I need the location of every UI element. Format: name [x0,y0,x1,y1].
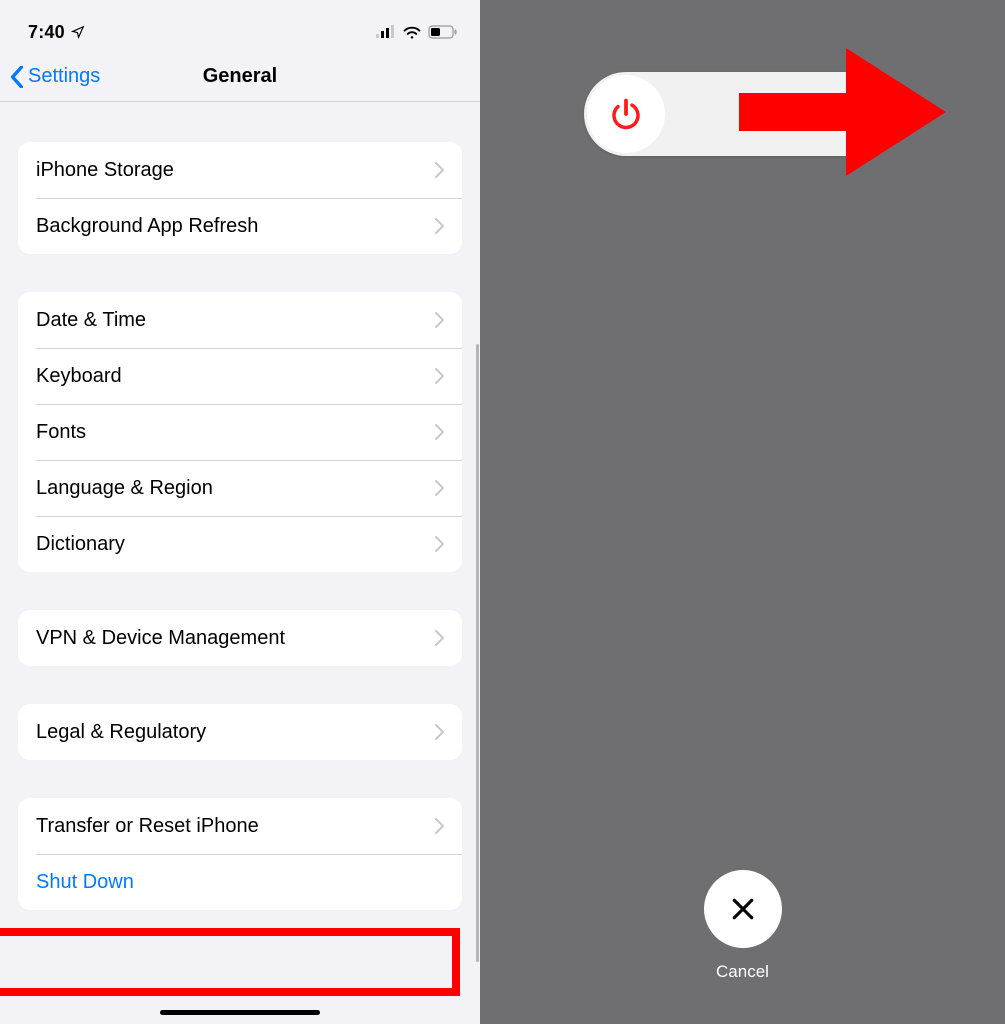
chevron-right-icon [435,724,444,740]
chevron-left-icon [10,66,24,88]
settings-group: VPN & Device Management [18,610,462,666]
nav-header: Settings General [0,52,480,102]
location-icon [71,25,85,39]
home-indicator[interactable] [160,1010,320,1015]
chevron-right-icon [435,818,444,834]
cell-label: VPN & Device Management [36,627,285,650]
back-button[interactable]: Settings [10,65,100,88]
cell-label: Dictionary [36,533,125,556]
cell-background-app-refresh[interactable]: Background App Refresh [18,198,462,254]
cancel-area: Cancel [704,870,782,982]
status-bar: 7:40 [0,0,480,52]
cell-label: Fonts [36,421,86,444]
cancel-button[interactable] [704,870,782,948]
cell-label: iPhone Storage [36,159,174,182]
chevron-right-icon [435,312,444,328]
power-icon [608,96,644,132]
settings-list: iPhone Storage Background App Refresh Da… [0,102,480,1024]
chevron-right-icon [435,162,444,178]
cell-vpn-device-management[interactable]: VPN & Device Management [18,610,462,666]
cell-label: Keyboard [36,365,122,388]
clock-label: 7:40 [28,22,65,43]
power-knob[interactable] [587,75,665,153]
cell-shut-down[interactable]: Shut Down [18,854,462,910]
wifi-icon [402,25,422,39]
settings-group: iPhone Storage Background App Refresh [18,142,462,254]
cell-legal-regulatory[interactable]: Legal & Regulatory [18,704,462,760]
status-icons [376,25,458,39]
settings-group: Transfer or Reset iPhone Shut Down [18,798,462,910]
chevron-right-icon [435,368,444,384]
cellular-icon [376,25,396,39]
scrollbar[interactable] [476,344,479,962]
chevron-right-icon [435,218,444,234]
cell-fonts[interactable]: Fonts [18,404,462,460]
close-icon [728,894,758,924]
cell-iphone-storage[interactable]: iPhone Storage [18,142,462,198]
chevron-right-icon [435,536,444,552]
chevron-right-icon [435,480,444,496]
settings-group: Date & Time Keyboard Fonts Language & Re… [18,292,462,572]
cell-label: Background App Refresh [36,215,258,238]
slide-label: off [665,100,902,128]
battery-icon [428,25,458,39]
back-label: Settings [28,65,100,88]
cell-keyboard[interactable]: Keyboard [18,348,462,404]
chevron-right-icon [435,424,444,440]
cell-label: Shut Down [36,871,134,894]
annotation-highlight [0,928,460,996]
power-off-screen: off Cancel [480,0,1005,1024]
settings-group: Legal & Regulatory [18,704,462,760]
cell-label: Transfer or Reset iPhone [36,815,259,838]
cell-dictionary[interactable]: Dictionary [18,516,462,572]
cell-label: Language & Region [36,477,213,500]
cell-transfer-reset-iphone[interactable]: Transfer or Reset iPhone [18,798,462,854]
chevron-right-icon [435,630,444,646]
cell-date-time[interactable]: Date & Time [18,292,462,348]
cell-label: Date & Time [36,309,146,332]
slide-to-power-off[interactable]: off [584,72,902,156]
cancel-label: Cancel [716,962,769,982]
status-time: 7:40 [28,22,85,43]
cell-label: Legal & Regulatory [36,721,206,744]
settings-general-screen: 7:40 [0,0,480,1024]
cell-language-region[interactable]: Language & Region [18,460,462,516]
